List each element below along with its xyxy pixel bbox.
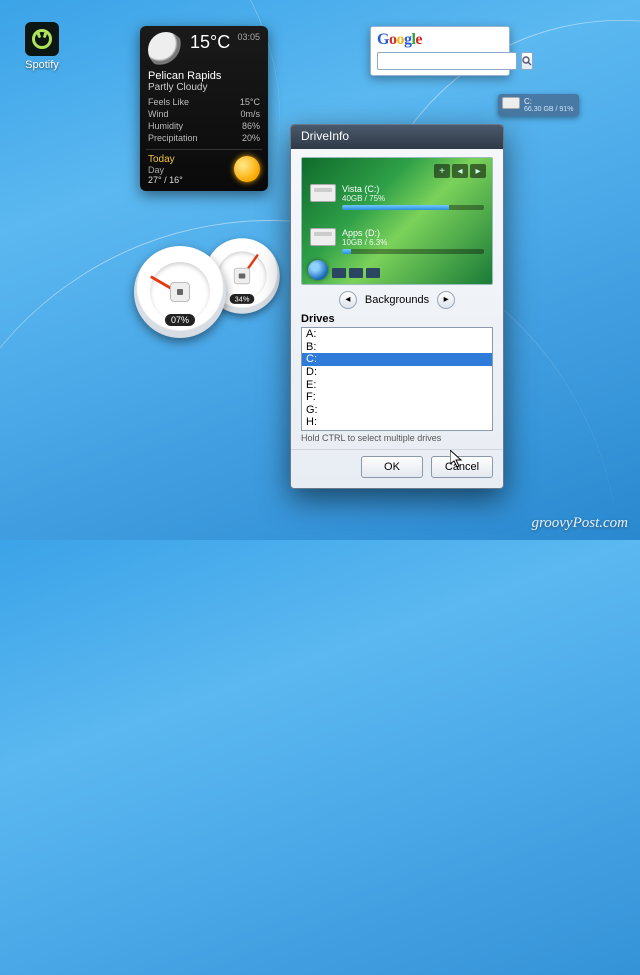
drive-icon bbox=[502, 97, 520, 109]
weather-row-label: Feels Like bbox=[148, 96, 189, 108]
weather-condition: Partly Cloudy bbox=[148, 82, 260, 93]
start-orb-icon bbox=[308, 260, 328, 280]
weather-row-value: 0m/s bbox=[240, 108, 260, 120]
dialog-title[interactable]: DriveInfo bbox=[291, 125, 503, 149]
drive-icon bbox=[310, 184, 336, 202]
weather-today-hilo: 27° / 16° bbox=[148, 175, 183, 185]
google-search-input[interactable] bbox=[377, 52, 517, 70]
weather-row-label: Humidity bbox=[148, 120, 183, 132]
drive-option[interactable]: E: bbox=[302, 379, 492, 392]
drive-option[interactable]: C: bbox=[302, 353, 492, 366]
google-search-gadget[interactable]: Google bbox=[370, 26, 510, 76]
ram-value: 34% bbox=[230, 294, 255, 304]
drive-info-gadget[interactable]: C: 66.30 GB / 91% bbox=[498, 94, 579, 116]
drive-option[interactable]: D: bbox=[302, 366, 492, 379]
drive-option[interactable]: I: bbox=[302, 429, 492, 431]
drives-listbox[interactable]: A:B:C:D:E:F:G:H:I:J: bbox=[301, 327, 493, 431]
background-prev-button[interactable]: ◂ bbox=[339, 291, 357, 309]
weather-row-value: 20% bbox=[242, 132, 260, 144]
drive-option[interactable]: B: bbox=[302, 341, 492, 354]
weather-row-value: 15°C bbox=[240, 96, 260, 108]
google-search-button[interactable] bbox=[521, 52, 533, 70]
preview-add-button[interactable]: + bbox=[434, 164, 450, 178]
weather-row-label: Wind bbox=[148, 108, 169, 120]
preview-drive-detail: 10GB / 6.3% bbox=[342, 238, 484, 247]
drives-label: Drives bbox=[301, 313, 493, 325]
watermark: groovyPost.com bbox=[531, 515, 628, 532]
weather-today-sub: Day bbox=[148, 165, 183, 175]
ram-icon bbox=[234, 268, 250, 284]
ok-button[interactable]: OK bbox=[361, 456, 423, 478]
weather-today-label: Today bbox=[148, 154, 183, 165]
drives-hint: Hold CTRL to select multiple drives bbox=[301, 433, 493, 443]
tray-icons bbox=[332, 268, 380, 278]
drive-icon bbox=[310, 228, 336, 246]
desktop-icon-spotify[interactable]: Spotify bbox=[14, 22, 70, 71]
search-icon bbox=[522, 56, 532, 66]
drive-option[interactable]: A: bbox=[302, 328, 492, 341]
cpu-gauge: 07% bbox=[134, 246, 226, 338]
drive-option[interactable]: H: bbox=[302, 416, 492, 429]
moon-icon bbox=[148, 32, 184, 68]
cpu-icon bbox=[170, 282, 190, 302]
cpu-value: 07% bbox=[165, 314, 195, 326]
preview-drive-name: Apps (D:) bbox=[342, 228, 484, 238]
drive-mini-name: C: bbox=[524, 97, 573, 106]
background-label: Backgrounds bbox=[365, 294, 429, 306]
weather-temperature: 15°C bbox=[190, 32, 230, 53]
spotify-icon bbox=[25, 22, 59, 56]
drive-mini-detail: 66.30 GB / 91% bbox=[524, 106, 573, 113]
weather-location: Pelican Rapids bbox=[148, 70, 260, 82]
preview-drive-detail: 40GB / 75% bbox=[342, 194, 484, 203]
sun-icon bbox=[234, 156, 260, 182]
background-next-button[interactable]: ▸ bbox=[437, 291, 455, 309]
weather-row-label: Precipitation bbox=[148, 132, 198, 144]
drive-option[interactable]: G: bbox=[302, 404, 492, 417]
desktop-icon-label: Spotify bbox=[14, 59, 70, 71]
driveinfo-dialog: DriveInfo + ◂ ▸ Vista (C:) 40GB / 75% Ap… bbox=[290, 124, 504, 489]
weather-gadget[interactable]: 03:05 15°C Pelican Rapids Partly Cloudy … bbox=[140, 26, 268, 191]
weather-time: 03:05 bbox=[237, 32, 260, 42]
preview-drive-name: Vista (C:) bbox=[342, 184, 484, 194]
cpu-meter-gadget[interactable]: 34% 07% bbox=[132, 230, 288, 340]
cancel-button[interactable]: Cancel bbox=[431, 456, 493, 478]
drive-option[interactable]: F: bbox=[302, 391, 492, 404]
google-logo: Google bbox=[377, 31, 503, 49]
preview-prev-button[interactable]: ◂ bbox=[452, 164, 468, 178]
preview-pane: + ◂ ▸ Vista (C:) 40GB / 75% Apps (D:) 10… bbox=[301, 157, 493, 285]
weather-row-value: 86% bbox=[242, 120, 260, 132]
preview-next-button[interactable]: ▸ bbox=[470, 164, 486, 178]
